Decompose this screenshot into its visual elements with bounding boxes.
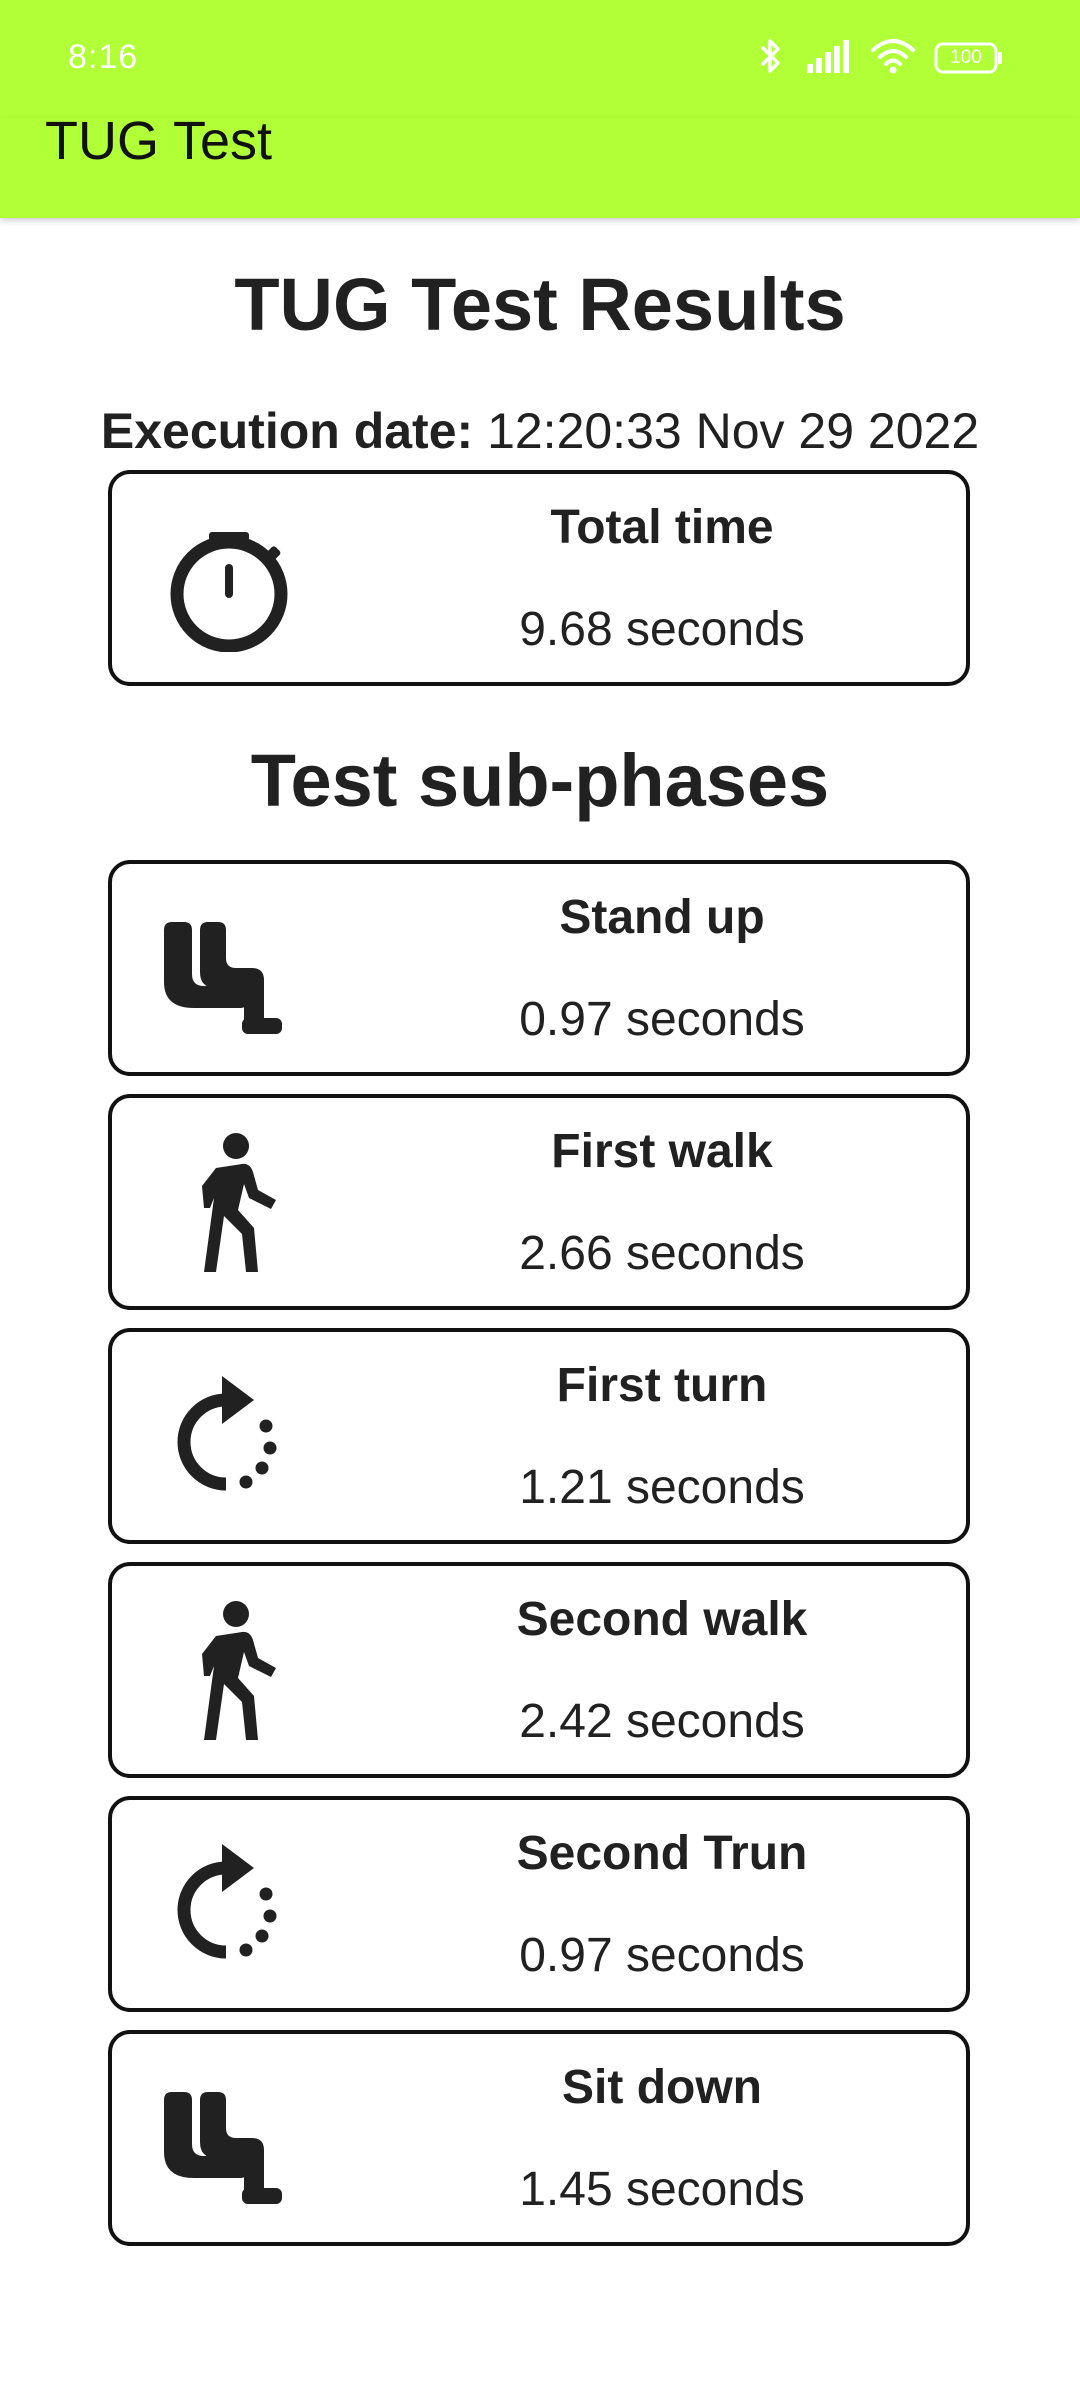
walking-person-icon xyxy=(154,1126,304,1276)
battery-icon: 100 xyxy=(934,41,1004,75)
rotate-icon xyxy=(154,1828,304,1978)
phase-value: 0.97 seconds xyxy=(519,1929,805,1982)
status-time: 8:16 xyxy=(68,38,139,76)
phase-label: Sit down xyxy=(562,2061,762,2114)
stopwatch-icon xyxy=(154,502,304,653)
phase-label: First walk xyxy=(551,1125,773,1178)
phase-label: Stand up xyxy=(559,891,765,944)
walking-person-icon xyxy=(154,1594,304,1744)
wifi-icon xyxy=(870,38,916,79)
total-time-card: Total time 9.68 seconds xyxy=(108,470,970,686)
phase-card-first-walk: First walk 2.66 seconds xyxy=(108,1094,970,1310)
phase-card-sit-down: Sit down 1.45 seconds xyxy=(108,2030,970,2246)
phase-label: Second Trun xyxy=(516,1827,808,1880)
rotate-icon xyxy=(154,1360,304,1510)
execution-date-label: Execution date: xyxy=(100,403,474,459)
phase-value: 1.45 seconds xyxy=(519,2163,805,2216)
page-title: TUG Test Results xyxy=(234,263,846,346)
phase-value: 2.42 seconds xyxy=(519,1695,805,1748)
phase-card-first-turn: First turn 1.21 seconds xyxy=(108,1328,970,1544)
phase-card-second-turn: Second Trun 0.97 seconds xyxy=(108,1796,970,2012)
total-time-value: 9.68 seconds xyxy=(519,603,805,656)
phase-label: Second walk xyxy=(516,1593,808,1646)
phase-card-stand-up: Stand up 0.97 seconds xyxy=(108,860,970,1076)
total-time-label: Total time xyxy=(550,501,774,554)
execution-date: Execution date: 12:20:33 Nov 29 2022 xyxy=(0,402,1080,460)
status-bar: 8:16 100 xyxy=(0,0,1080,118)
phase-value: 0.97 seconds xyxy=(519,993,805,1046)
chair-icon xyxy=(154,892,304,1042)
phase-value: 2.66 seconds xyxy=(519,1227,805,1280)
app-title: TUG Test xyxy=(45,111,273,171)
execution-date-value: 12:20:33 Nov 29 2022 xyxy=(487,403,980,459)
phase-card-second-walk: Second walk 2.42 seconds xyxy=(108,1562,970,1778)
phase-label: First turn xyxy=(556,1359,768,1412)
bluetooth-icon xyxy=(754,36,788,81)
phase-value: 1.21 seconds xyxy=(519,1461,805,1514)
battery-level: 100 xyxy=(950,47,982,68)
status-icons: 100 xyxy=(754,36,1004,80)
signal-icon xyxy=(806,38,852,79)
subphases-title: Test sub-phases xyxy=(250,739,830,822)
chair-icon xyxy=(154,2062,304,2212)
